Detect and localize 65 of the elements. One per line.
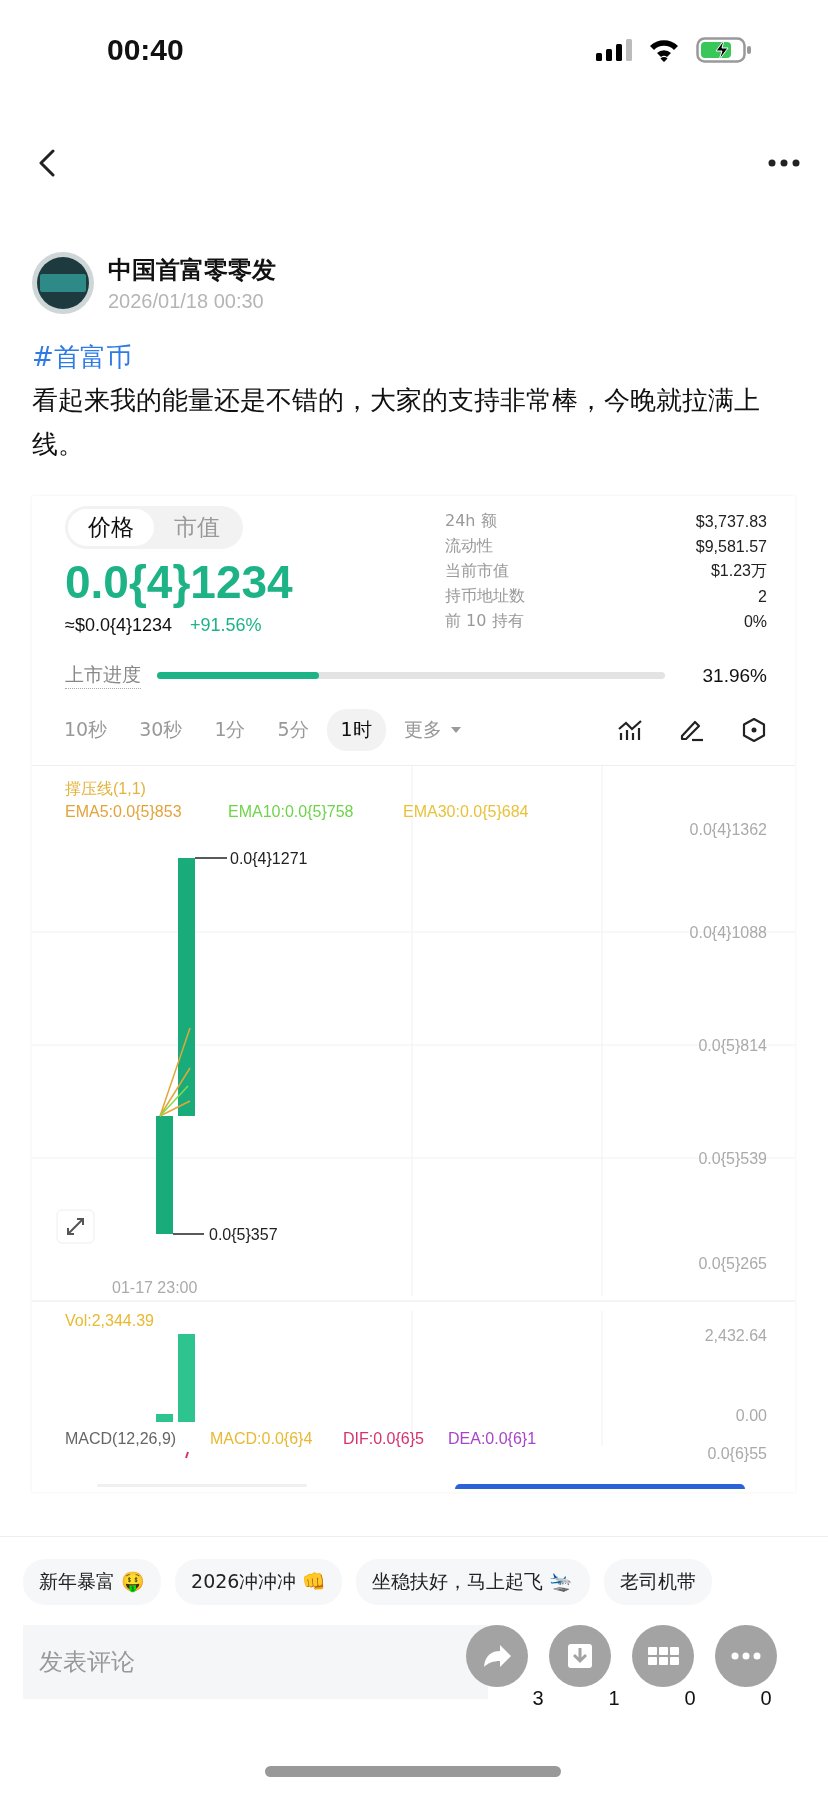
ema-label: EMA30:0.0{5}684 <box>403 803 529 820</box>
caret-icon <box>449 726 462 734</box>
indicator-icon[interactable] <box>617 719 643 741</box>
high-price-label: 0.0{4}1271 <box>230 850 308 867</box>
quick-reply-chip[interactable]: 老司机带 <box>603 1559 712 1605</box>
wifi-icon <box>648 38 680 62</box>
author-name[interactable]: 中国首富零零发 <box>108 253 276 286</box>
stat-value: $1.23万 <box>710 561 767 581</box>
stat-label: 当前市值 <box>445 561 509 582</box>
avatar-icon[interactable] <box>32 252 94 314</box>
count-label: 0 <box>684 1687 696 1710</box>
stat-value: $9,581.57 <box>695 537 767 556</box>
count-label: 1 <box>608 1687 620 1710</box>
macd-label: DIF:0.0{6}5 <box>343 1430 424 1447</box>
axis-label: 0.00 <box>735 1407 767 1424</box>
ema-label: EMA10:0.0{5}758 <box>228 803 354 820</box>
axis-label: 0.0{5}265 <box>698 1255 767 1272</box>
progress-reading: 31.96% <box>702 664 767 687</box>
leader-line <box>194 857 228 859</box>
usd-price: ≈$0.0{4}1234 <box>65 615 172 636</box>
axis-label: 0.0{4}1088 <box>689 924 767 941</box>
stat-label: 前 10 持有 <box>445 611 524 632</box>
count-label: 3 <box>532 1687 544 1710</box>
price-value: 0.0{4}1234 <box>65 555 293 609</box>
axis-label: 0.0{5}814 <box>698 1037 767 1054</box>
stat-label: 24h 额 <box>445 511 497 532</box>
axis-label: 0.0{5}539 <box>698 1150 767 1167</box>
stat-label: 流动性 <box>445 536 493 557</box>
stat-value: 2 <box>758 587 767 606</box>
expand-icon[interactable] <box>56 1209 95 1244</box>
post-text: 看起来我的能量还是不错的，大家的支持非常棒，今晚就拉满上线。 <box>32 384 761 461</box>
axis-label: 0.0{4}1362 <box>689 821 767 838</box>
progress-label: 上市进度 <box>65 662 141 689</box>
count-label: 0 <box>760 1687 772 1710</box>
volume-label: Vol:2,344.39 <box>65 1312 154 1329</box>
stat-value: 0% <box>743 612 767 631</box>
axis-label: 2,432.64 <box>704 1327 767 1344</box>
low-price-label: 0.0{5}357 <box>209 1226 278 1243</box>
more-icon[interactable] <box>768 158 800 167</box>
post-time: 2026/01/18 00:30 <box>108 289 265 313</box>
quick-reply-chip[interactable]: 坐稳扶好，马上起飞 🛬 <box>356 1559 590 1605</box>
signal-icon <box>596 39 632 61</box>
leader-line <box>172 1233 205 1235</box>
price-change: +91.56% <box>190 615 262 636</box>
ema-label: EMA5:0.0{5}853 <box>65 803 182 820</box>
status-time: 00:40 <box>107 33 184 67</box>
quick-reply-chip[interactable]: 新年暴富 🤑 <box>23 1559 162 1605</box>
macd-label: MACD(12,26,9) <box>65 1430 177 1447</box>
indicator-label: 撑压线(1,1) <box>65 780 146 797</box>
macd-label: DEA:0.0{6}1 <box>448 1430 537 1447</box>
macd-bar <box>185 1451 189 1459</box>
comment-field[interactable]: 发表评论 <box>23 1625 488 1699</box>
back-icon[interactable] <box>38 148 56 177</box>
pen-icon[interactable] <box>679 718 705 742</box>
time-label: 01-17 23:00 <box>112 1279 198 1296</box>
quick-reply-chip[interactable]: 2026冲冲冲 👊 <box>175 1559 343 1605</box>
axis-label: 0.0{6}55 <box>707 1445 767 1462</box>
interval-tab[interactable]: 1时 <box>326 709 386 751</box>
macd-label: MACD:0.0{6}4 <box>210 1430 313 1447</box>
battery-icon <box>696 37 752 63</box>
stat-value: $3,737.83 <box>695 512 767 531</box>
stat-label: 持币地址数 <box>445 586 525 607</box>
settings-icon[interactable] <box>741 717 767 743</box>
hashtag-link[interactable]: #首富币 <box>32 336 796 378</box>
tab[interactable]: 价格 <box>68 509 154 546</box>
